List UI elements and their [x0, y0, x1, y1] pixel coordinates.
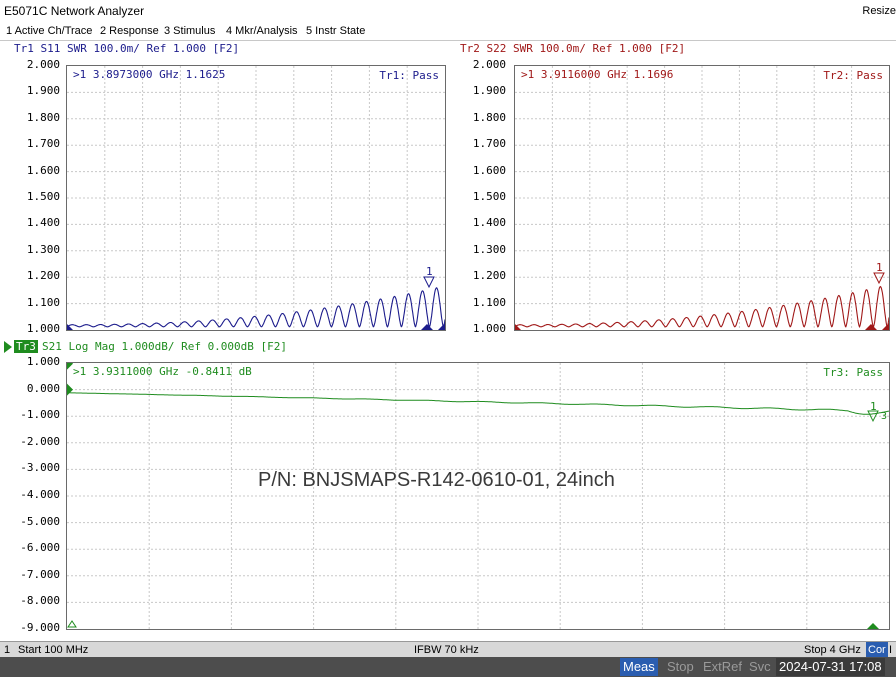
trace3-graph: 13 [67, 357, 890, 629]
marker-number: 1 [870, 400, 877, 413]
y-tick-label: 2.000 [26, 58, 60, 71]
start-marker-icon [67, 620, 77, 628]
menu-stimulus[interactable]: 3 Stimulus [164, 22, 215, 40]
status-bar: 1 Start 100 MHz IFBW 70 kHz Stop 4 GHz C… [0, 641, 896, 658]
channel-number: 1 [4, 644, 11, 656]
window-title: E5071C Network Analyzer [4, 4, 145, 18]
trace2-graph: 1 [514, 66, 890, 330]
trace1-header[interactable]: Tr1 S11 SWR 100.0m/ Ref 1.000 [F2] [14, 42, 239, 55]
y-tick-label: 1.500 [472, 190, 506, 203]
bottom-bar: Meas Stop ExtRef Svc 2024-07-31 17:08 [0, 657, 896, 677]
y-tick-label: 2.000 [472, 58, 506, 71]
trace3-plot[interactable]: 13 >1 3.9311000 GHz -0.8411 dB Tr3: Pass [66, 357, 890, 630]
stop-frequency[interactable]: Stop 4 GHz [804, 642, 861, 658]
y-tick-label: 1.600 [472, 163, 506, 177]
y-tick-label: 1.100 [472, 295, 506, 309]
trace1-pass-status: Tr1: Pass [379, 69, 439, 82]
y-tick-label: 1.000 [472, 322, 506, 335]
y-tick-label: 1.200 [472, 269, 506, 283]
y-tick-label: 1.400 [26, 216, 60, 230]
y-tick-label: 1.400 [472, 216, 506, 230]
menu-response[interactable]: 2 Response [100, 22, 159, 40]
y-tick-label: -1.000 [20, 408, 60, 422]
y-tick-label: 1.800 [472, 110, 506, 124]
y-tick-label: -6.000 [20, 541, 60, 555]
stop-marker-icon [421, 324, 433, 330]
y-tick-label: -5.000 [20, 514, 60, 528]
trace3-active-arrow-icon [4, 340, 14, 353]
y-tick-label: -8.000 [20, 594, 60, 608]
y-tick-label: -4.000 [20, 488, 60, 501]
menu-instr-state[interactable]: 5 Instr State [306, 22, 365, 40]
trace3-header[interactable]: S21 Log Mag 1.000dB/ Ref 0.000dB [F2] [42, 340, 287, 353]
trace1-plot[interactable]: 1 >1 3.8973000 GHz 1.1625 Tr1: Pass [66, 65, 446, 331]
y-tick-label: -9.000 [20, 621, 60, 634]
trace1-marker-readout: >1 3.8973000 GHz 1.1625 [73, 68, 226, 81]
y-tick-label: 1.500 [26, 190, 60, 203]
y-tick-label: 1.900 [472, 84, 506, 98]
y-tick-label: -7.000 [20, 567, 60, 581]
svc-indicator: Svc [749, 659, 771, 674]
stop-indicator: Stop [667, 659, 694, 674]
y-tick-label: 1.000 [26, 355, 60, 368]
y-tick-label: -2.000 [20, 434, 60, 448]
y-tick-label: -3.000 [20, 461, 60, 475]
y-tick-label: 1.700 [26, 137, 60, 151]
title-bar: E5071C Network Analyzer Resize [0, 0, 896, 22]
stop-marker-icon [867, 623, 879, 629]
menu-bar: 1 Active Ch/Trace 2 Response 3 Stimulus … [0, 22, 896, 41]
marker-number: 1 [426, 265, 433, 278]
trace3-badge[interactable]: Tr3 [14, 340, 38, 353]
ref-arrow-right-icon [438, 323, 445, 330]
marker-number: 1 [876, 261, 883, 274]
ref-arrow-right-icon [882, 323, 889, 330]
y-tick-label: 1.100 [26, 295, 60, 309]
marker-triangle-icon [423, 276, 435, 289]
trace2-header[interactable]: Tr2 S22 SWR 100.0m/ Ref 1.000 [F2] [460, 42, 685, 55]
trace3-pass-status: Tr3: Pass [823, 366, 883, 379]
y-tick-label: 1.000 [26, 322, 60, 335]
status-tail: I [889, 644, 893, 656]
trace2-marker-readout: >1 3.9116000 GHz 1.1696 [521, 68, 674, 81]
meas-indicator[interactable]: Meas [620, 658, 658, 676]
extref-indicator: ExtRef [703, 659, 743, 674]
start-frequency[interactable]: Start 100 MHz [18, 642, 88, 658]
menu-active-ch-trace[interactable]: 1 Active Ch/Trace [6, 22, 92, 40]
stop-marker-icon [865, 324, 877, 330]
menu-mkr-analysis[interactable]: 4 Mkr/Analysis [226, 22, 298, 40]
part-number-annotation: P/N: BNJSMAPS-R142-0610-01, 24inch [258, 469, 615, 491]
resize-label[interactable]: Resize [858, 0, 896, 22]
date-time: 2024-07-31 17:08 [776, 658, 885, 676]
trace3-marker-readout: >1 3.9311000 GHz -0.8411 dB [73, 365, 252, 378]
y-tick-label: 1.800 [26, 110, 60, 124]
trace2-pass-status: Tr2: Pass [823, 69, 883, 82]
y-tick-label: 0.000 [26, 381, 60, 395]
trace1-graph: 1 [66, 66, 446, 330]
y-tick-label: 1.300 [472, 242, 506, 256]
trace2-plot[interactable]: 1 >1 3.9116000 GHz 1.1696 Tr2: Pass [514, 65, 890, 331]
marker-triangle-icon [873, 272, 885, 285]
trace-end-label: 3 [881, 411, 887, 422]
y-tick-label: 1.600 [26, 163, 60, 177]
correction-badge: Cor [866, 642, 888, 658]
ifbw-setting[interactable]: IFBW 70 kHz [414, 642, 479, 658]
y-tick-label: 1.300 [26, 242, 60, 256]
ref-arrow-left-icon [67, 383, 73, 396]
y-tick-label: 1.200 [26, 269, 60, 283]
y-tick-label: 1.900 [26, 84, 60, 98]
y-tick-label: 1.700 [472, 137, 506, 151]
